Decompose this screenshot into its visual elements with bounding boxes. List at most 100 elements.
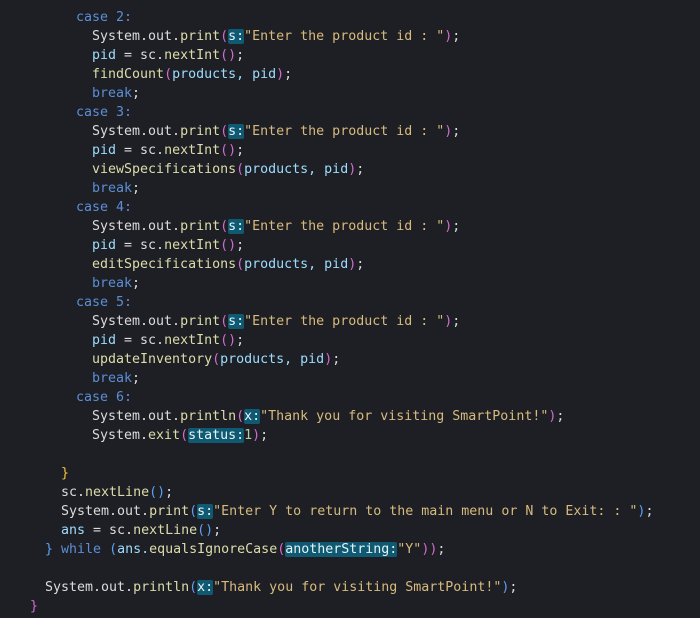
code-token: exit [148, 428, 181, 443]
code-token: nextInt [164, 48, 221, 63]
code-token: } [45, 542, 54, 557]
code-token: ; [132, 86, 141, 101]
code-token: ( [189, 580, 198, 595]
code-line[interactable]: System.out.print(s:"Enter Y to return to… [61, 502, 653, 521]
inlay-parameter-hint: x: [197, 580, 214, 595]
code-token: ( [220, 29, 229, 44]
code-token: ; [165, 485, 174, 500]
code-token: ( [180, 428, 189, 443]
code-token: ( [236, 162, 245, 177]
code-token: ( [189, 504, 198, 519]
code-line[interactable]: updateInventory(products, pid); [92, 350, 340, 369]
code-line[interactable]: break; [92, 369, 140, 388]
code-line[interactable]: pid = sc.nextInt(); [92, 141, 244, 160]
code-token: = sc. [116, 143, 165, 158]
code-token: ; [132, 371, 141, 386]
code-line[interactable]: System.out.print(s:"Enter the product id… [92, 217, 460, 236]
code-token: products, pid [244, 257, 349, 272]
code-token: case [76, 390, 109, 405]
code-token: ; [509, 580, 518, 595]
code-token: () [197, 523, 214, 538]
code-token: 2: [108, 10, 133, 25]
code-token: sc. [61, 485, 86, 500]
code-token: break [92, 371, 133, 386]
code-line[interactable]: sc.nextLine(); [61, 483, 173, 502]
inlay-parameter-hint: s: [197, 504, 214, 519]
code-token: ( [212, 352, 221, 367]
code-token: System.out. [92, 29, 181, 44]
code-token: print [180, 124, 221, 139]
code-token: ; [260, 428, 269, 443]
code-token: = sc. [85, 523, 134, 538]
code-line[interactable]: ans = sc.nextLine(); [61, 521, 221, 540]
code-line[interactable]: System.out.println(x:"Thank you for visi… [45, 578, 517, 597]
code-line[interactable]: break; [92, 274, 140, 293]
inlay-parameter-hint: x: [244, 409, 261, 424]
code-token: ; [452, 124, 461, 139]
inlay-parameter-hint: s: [228, 29, 245, 44]
code-token: 1 [244, 428, 253, 443]
code-token: ans [61, 523, 86, 538]
code-token: ; [437, 542, 446, 557]
code-token: ) [324, 352, 333, 367]
code-token: ( [236, 257, 245, 272]
code-token: } [61, 466, 70, 481]
code-token: print [180, 314, 221, 329]
code-token: print [149, 504, 190, 519]
code-token: pid [92, 238, 117, 253]
code-token: System.out. [92, 409, 181, 424]
code-token: pid [92, 48, 117, 63]
code-token: ; [356, 162, 365, 177]
code-token: ( [220, 314, 229, 329]
code-token: ( [236, 409, 245, 424]
code-token: ; [452, 29, 461, 44]
code-token: "Enter the product id : " [244, 314, 445, 329]
code-line[interactable]: System.out.println(x:"Thank you for visi… [92, 407, 564, 426]
code-editor[interactable]: case 2: System.out.print(s:"Enter the pro… [0, 0, 700, 618]
code-line[interactable]: case 5: [76, 293, 132, 312]
code-token: ( [220, 124, 229, 139]
code-line[interactable]: editSpecifications(products, pid); [92, 255, 364, 274]
code-line[interactable]: System.out.print(s:"Enter the product id… [92, 122, 460, 141]
code-line[interactable]: break; [92, 84, 140, 103]
code-line[interactable]: System.out.print(s:"Enter the product id… [92, 312, 460, 331]
code-token: System.out. [92, 219, 181, 234]
code-line[interactable]: case 2: [76, 8, 132, 27]
code-line[interactable]: } while (ans.equalsIgnoreCase(anotherStr… [45, 540, 445, 559]
inlay-parameter-hint: s: [228, 219, 245, 234]
code-line[interactable]: System.out.print(s:"Enter the product id… [92, 27, 460, 46]
code-token: System.out. [61, 504, 150, 519]
code-line[interactable]: System.exit(status:1); [92, 426, 268, 445]
code-token: case [76, 10, 109, 25]
code-line[interactable]: findCount(products, pid); [92, 65, 292, 84]
code-line[interactable]: case 3: [76, 103, 132, 122]
code-line[interactable]: case 4: [76, 198, 132, 217]
code-token: "Thank you for visiting SmartPoint!" [213, 580, 502, 595]
code-token: updateInventory [92, 352, 213, 367]
code-token: } [30, 599, 39, 614]
inlay-parameter-hint: status: [188, 428, 245, 443]
code-line[interactable]: case 6: [76, 388, 132, 407]
code-token: ; [332, 352, 341, 367]
code-line[interactable]: pid = sc.nextInt(); [92, 236, 244, 255]
code-token: nextInt [164, 238, 221, 253]
code-token: = sc. [116, 48, 165, 63]
code-line[interactable]: pid = sc.nextInt(); [92, 331, 244, 350]
code-line[interactable]: } [30, 597, 38, 616]
code-token: editSpecifications [92, 257, 237, 272]
code-line[interactable]: } [61, 464, 69, 483]
inlay-parameter-hint: anotherString: [285, 542, 398, 557]
code-token: = sc. [116, 333, 165, 348]
code-token: ; [132, 276, 141, 291]
code-token: System.out. [92, 124, 181, 139]
code-line[interactable]: viewSpecifications(products, pid); [92, 160, 364, 179]
code-line[interactable]: break; [92, 179, 140, 198]
code-token: ; [556, 409, 565, 424]
code-line[interactable]: pid = sc.nextInt(); [92, 46, 244, 65]
code-token: break [92, 181, 133, 196]
code-token: () [220, 333, 237, 348]
code-token: () [220, 48, 237, 63]
code-token: break [92, 276, 133, 291]
code-token: nextLine [85, 485, 150, 500]
code-token: "Enter the product id : " [244, 29, 445, 44]
